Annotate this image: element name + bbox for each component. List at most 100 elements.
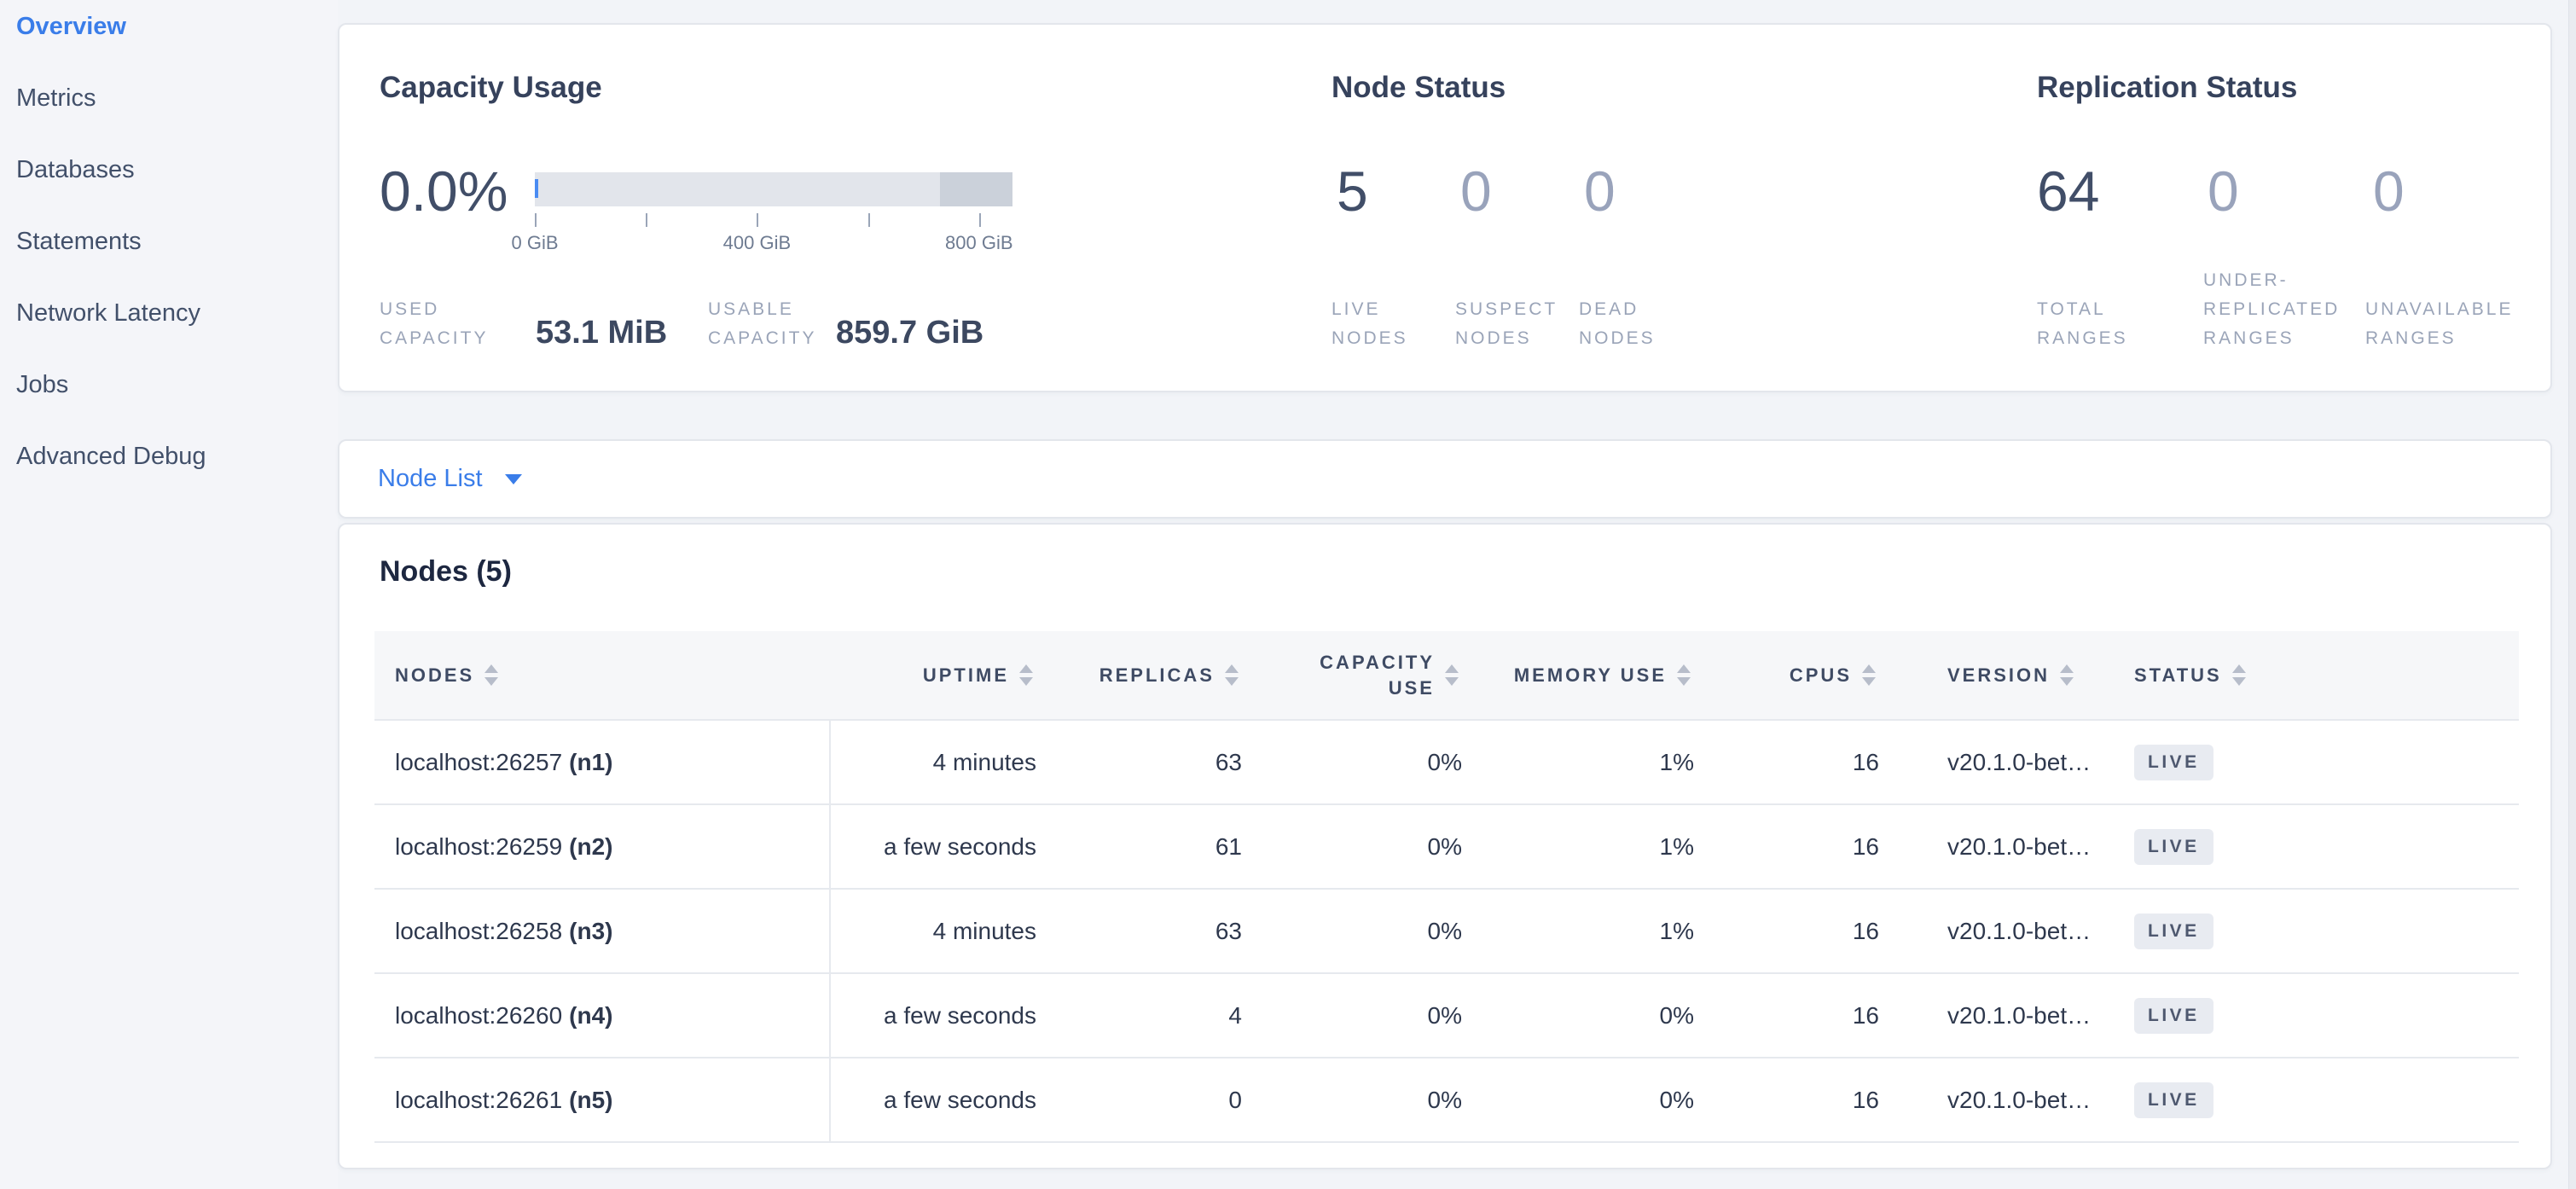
column-label: VERSION (1947, 664, 2050, 687)
memory-use-cell: 1% (1482, 889, 1714, 973)
sort-icon (1677, 664, 1691, 686)
status-badge: LIVE (2134, 998, 2213, 1034)
status-badge: LIVE (2134, 1082, 2213, 1118)
node-address[interactable]: localhost:26258 (395, 918, 562, 944)
gauge-tick-label: 0 GiB (511, 232, 558, 254)
node-id: (n4) (569, 1002, 612, 1029)
status-cell: LIVE (2117, 720, 2519, 804)
node-id: (n5) (569, 1087, 612, 1113)
node-id: (n3) (569, 918, 612, 944)
used-capacity-value: 53.1 MiB (536, 315, 667, 351)
cluster-summary-card: Capacity Usage 0.0% 0 GiB 400 GiB 800 Gi… (338, 23, 2552, 392)
column-header-version[interactable]: VERSION (1900, 631, 2117, 720)
scrollbar[interactable] (2568, 0, 2576, 1189)
sidebar-item-jobs[interactable]: Jobs (0, 349, 338, 420)
unavailable-ranges-count: 0 (2373, 161, 2405, 221)
sidebar-item-overview[interactable]: Overview (0, 0, 338, 62)
sort-icon (1019, 664, 1033, 686)
memory-use-cell: 0% (1482, 973, 1714, 1058)
sort-icon (2232, 664, 2246, 686)
version-cell: v20.1.0-bet… (1900, 720, 2117, 804)
gauge-tick (757, 213, 758, 227)
used-capacity-label: USED CAPACITY (380, 295, 488, 353)
version-cell: v20.1.0-bet… (1900, 804, 2117, 889)
sidebar-item-statements[interactable]: Statements (0, 206, 338, 277)
node-address-cell[interactable]: localhost:26261 (n5) (374, 1058, 830, 1142)
status-badge: LIVE (2134, 829, 2213, 865)
sidebar-item-advanced-debug[interactable]: Advanced Debug (0, 420, 338, 492)
capacity-use-cell: 0% (1262, 720, 1482, 804)
table-row[interactable]: localhost:26257(n1) 4 minutes 63 0% 1% 1… (374, 720, 2519, 804)
cpus-cell: 16 (1714, 1058, 1900, 1142)
dead-nodes-count: 0 (1584, 161, 1616, 221)
gauge-tick (535, 213, 537, 227)
sort-icon (1445, 664, 1459, 686)
column-label: STATUS (2134, 664, 2222, 687)
node-address-cell[interactable]: localhost:26259(n2) (374, 804, 830, 889)
table-row[interactable]: localhost:26258(n3) 4 minutes 63 0% 1% 1… (374, 889, 2519, 973)
unavailable-ranges-label: UNAVAILABLE RANGES (2365, 295, 2513, 353)
sidebar-item-network-latency[interactable]: Network Latency (0, 277, 338, 349)
capacity-use-cell: 0% (1262, 889, 1482, 973)
usable-capacity-label: USABLE CAPACITY (708, 295, 816, 353)
replicas-cell: 63 (1057, 889, 1262, 973)
total-ranges-count: 64 (2037, 161, 2099, 221)
uptime-cell: 4 minutes (830, 720, 1057, 804)
memory-use-cell: 0% (1482, 1058, 1714, 1142)
nodes-table: NODES UPTIME REPLICAS CAPACITY USE MEMOR… (374, 631, 2519, 1143)
column-header-nodes[interactable]: NODES (374, 631, 830, 720)
column-header-capacity-use[interactable]: CAPACITY USE (1262, 631, 1482, 720)
column-header-replicas[interactable]: REPLICAS (1057, 631, 1262, 720)
status-cell: LIVE (2117, 973, 2519, 1058)
node-address[interactable]: localhost:26260 (395, 1002, 562, 1029)
capacity-gauge-reserved-segment (940, 172, 1012, 206)
chevron-down-icon (505, 474, 522, 484)
table-row[interactable]: localhost:26261 (n5) a few seconds 0 0% 0… (374, 1058, 2519, 1142)
status-cell: LIVE (2117, 804, 2519, 889)
cpus-cell: 16 (1714, 804, 1900, 889)
table-row[interactable]: localhost:26260(n4) a few seconds 4 0% 0… (374, 973, 2519, 1058)
replicas-cell: 63 (1057, 720, 1262, 804)
node-address[interactable]: localhost:26261 (395, 1087, 562, 1113)
capacity-use-cell: 0% (1262, 973, 1482, 1058)
node-address-cell[interactable]: localhost:26257 (n1) (374, 720, 830, 804)
gauge-tick-label: 400 GiB (723, 232, 792, 254)
status-badge: LIVE (2134, 745, 2213, 780)
uptime-cell: a few seconds (830, 1058, 1057, 1142)
column-label: MEMORY USE (1514, 664, 1667, 687)
cpus-cell: 16 (1714, 889, 1900, 973)
column-header-status[interactable]: STATUS (2117, 631, 2519, 720)
column-label: REPLICAS (1099, 664, 1215, 687)
replicas-cell: 61 (1057, 804, 1262, 889)
capacity-use-cell: 0% (1262, 1058, 1482, 1142)
node-list-dropdown-label: Node List (378, 465, 483, 493)
table-row[interactable]: localhost:26259(n2) a few seconds 61 0% … (374, 804, 2519, 889)
suspect-nodes-label: SUSPECT NODES (1455, 295, 1558, 353)
view-selector-card: Node List (338, 439, 2552, 519)
usable-capacity-value: 859.7 GiB (836, 315, 983, 351)
uptime-cell: a few seconds (830, 804, 1057, 889)
column-label: UPTIME (923, 664, 1009, 687)
sort-icon (484, 664, 498, 686)
sort-icon (1862, 664, 1876, 686)
sidebar-item-metrics[interactable]: Metrics (0, 62, 338, 134)
node-address[interactable]: localhost:26257 (395, 749, 562, 775)
memory-use-cell: 1% (1482, 720, 1714, 804)
node-address-cell[interactable]: localhost:26260 (n4) (374, 973, 830, 1058)
column-header-uptime[interactable]: UPTIME (830, 631, 1057, 720)
node-list-dropdown[interactable]: Node List (339, 441, 2550, 517)
overview-page: Overview Metrics Databases Statements Ne… (0, 0, 2576, 1189)
node-id: (n1) (569, 749, 612, 775)
replicas-cell: 0 (1057, 1058, 1262, 1142)
capacity-usage-title: Capacity Usage (380, 71, 602, 105)
column-header-cpus[interactable]: CPUS (1714, 631, 1900, 720)
node-address[interactable]: localhost:26259 (395, 833, 562, 860)
column-header-memory-use[interactable]: MEMORY USE (1482, 631, 1714, 720)
sidebar-item-databases[interactable]: Databases (0, 134, 338, 206)
node-address-cell[interactable]: localhost:26258 (n3) (374, 889, 830, 973)
gauge-tick (979, 213, 981, 227)
status-badge: LIVE (2134, 914, 2213, 949)
suspect-nodes-count: 0 (1460, 161, 1492, 221)
status-cell: LIVE (2117, 1058, 2519, 1142)
status-cell: LIVE (2117, 889, 2519, 973)
